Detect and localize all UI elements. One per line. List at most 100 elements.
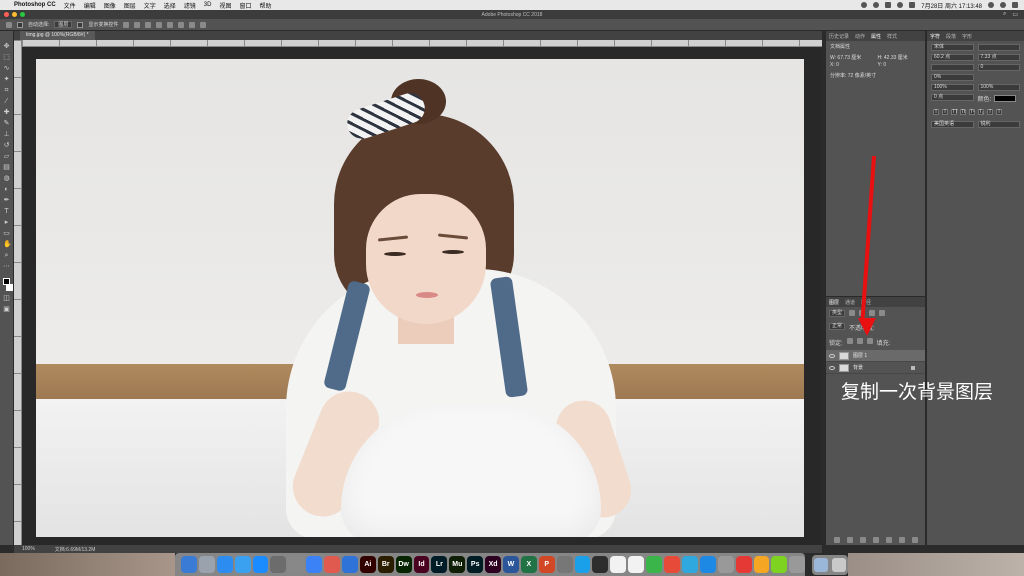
menu-window[interactable]: 窗口: [239, 1, 251, 10]
crop-tool-icon[interactable]: ⌗: [3, 87, 10, 94]
prop-x[interactable]: X: 0: [830, 62, 874, 68]
qq-icon[interactable]: [873, 2, 880, 8]
layer-kind-filter[interactable]: 类型: [829, 310, 846, 317]
dock-app-icon[interactable]: [664, 556, 680, 573]
dock-app-icon[interactable]: [324, 556, 341, 573]
tab-properties[interactable]: 属性: [871, 33, 881, 40]
visibility-eye-icon[interactable]: [829, 365, 835, 370]
screen-mode-icon[interactable]: ▣: [3, 306, 10, 313]
align-right-icon[interactable]: [178, 21, 185, 28]
font-style-select[interactable]: [977, 44, 1020, 51]
menu-type[interactable]: 文字: [144, 1, 156, 10]
dock-app-icon[interactable]: Lr: [431, 556, 448, 573]
adjustment-layer-icon[interactable]: [872, 537, 879, 543]
dock-app-icon[interactable]: [234, 556, 251, 573]
menu-help[interactable]: 帮助: [259, 1, 271, 10]
language-select[interactable]: 美国英语: [931, 121, 974, 128]
siri-icon[interactable]: [1000, 2, 1006, 8]
eraser-icon[interactable]: ▱: [3, 153, 10, 160]
faux-bold-button[interactable]: T: [933, 109, 939, 115]
distribute-icon[interactable]: [189, 21, 196, 28]
subscript-button[interactable]: T₁: [978, 109, 984, 115]
antialias-select[interactable]: 锐利: [977, 121, 1020, 128]
workspace-icon[interactable]: ▭: [1012, 11, 1018, 18]
all-caps-button[interactable]: TT: [951, 109, 958, 115]
document-tab[interactable]: timg.jpg @ 100%(RGB/8#) *: [20, 31, 95, 40]
dock-app-icon[interactable]: [735, 556, 752, 573]
prop-height[interactable]: H: 42.33 厘米: [878, 54, 922, 61]
strikethrough-button[interactable]: T: [996, 109, 1002, 115]
lasso-tool-icon[interactable]: ∿: [3, 65, 10, 72]
tsume-field[interactable]: 0%: [931, 74, 974, 81]
tab-history[interactable]: 历史记录: [829, 33, 849, 40]
vertical-scale-field[interactable]: 100%: [931, 84, 974, 91]
menu-select[interactable]: 选择: [164, 1, 176, 10]
filter-shape-icon[interactable]: [879, 310, 886, 316]
healing-brush-icon[interactable]: ✚: [3, 109, 10, 116]
align-bottom-icon[interactable]: [145, 21, 152, 28]
align-left-icon[interactable]: [156, 21, 163, 28]
new-layer-icon[interactable]: [898, 537, 905, 543]
dock-app-icon[interactable]: [789, 556, 806, 573]
vertical-ruler[interactable]: [14, 40, 22, 546]
magic-wand-icon[interactable]: ✦: [3, 76, 10, 83]
horizontal-scale-field[interactable]: 100%: [977, 84, 1020, 91]
pen-tool-icon[interactable]: ✒: [3, 197, 10, 204]
wechat-icon[interactable]: [861, 2, 868, 8]
tab-paragraph[interactable]: 段落: [946, 33, 956, 40]
clock[interactable]: 7月28日 周六 17:13:48: [921, 1, 982, 10]
menu-image[interactable]: 图像: [104, 1, 116, 10]
layer-row[interactable]: 图层 1: [826, 350, 925, 362]
cloud-icon[interactable]: [885, 2, 892, 8]
menu-layer[interactable]: 图层: [124, 1, 136, 10]
menu-3d[interactable]: 3D: [204, 2, 212, 8]
dock-app-icon[interactable]: [342, 556, 358, 573]
zoom-level[interactable]: 100%: [22, 546, 35, 552]
dock-app-icon[interactable]: [181, 556, 197, 573]
tab-character[interactable]: 字符: [930, 33, 940, 40]
layer-name[interactable]: 图层 1: [853, 352, 867, 359]
auto-select-checkbox[interactable]: [17, 21, 23, 28]
lock-icon[interactable]: [911, 365, 915, 370]
battery-icon[interactable]: [909, 2, 916, 8]
underline-button[interactable]: T: [987, 109, 993, 115]
kerning-field[interactable]: [931, 64, 974, 71]
layer-name[interactable]: 背景: [853, 364, 863, 371]
dock-app-icon[interactable]: X: [520, 556, 537, 573]
stamp-tool-icon[interactable]: ⊥: [3, 131, 10, 138]
dock-app-icon[interactable]: [270, 556, 287, 573]
font-size-field[interactable]: 60.2 点: [931, 54, 974, 61]
search-icon[interactable]: [988, 2, 994, 8]
dock-app-icon[interactable]: Id: [413, 556, 430, 573]
lock-position-icon[interactable]: [856, 338, 863, 344]
dock-app-icon[interactable]: [610, 556, 627, 573]
dock-app-icon[interactable]: [717, 556, 734, 573]
leading-field[interactable]: 7.33 点: [977, 54, 1020, 61]
dock-app-icon[interactable]: Mu: [449, 556, 466, 573]
dock-app-icon[interactable]: Xd: [485, 556, 502, 573]
brush-tool-icon[interactable]: ✎: [3, 120, 10, 127]
new-group-icon[interactable]: [885, 537, 892, 543]
path-select-icon[interactable]: ▸: [3, 219, 10, 226]
fx-icon[interactable]: [846, 537, 853, 543]
more-tools-icon[interactable]: ⋯: [3, 263, 10, 270]
dodge-tool-icon[interactable]: ◐: [3, 186, 10, 193]
dock-app-icon[interactable]: Ai: [359, 556, 376, 573]
align-top-icon[interactable]: [123, 21, 130, 28]
blend-mode-select[interactable]: 正常: [829, 323, 846, 330]
background-color-swatch[interactable]: [5, 284, 13, 291]
delete-layer-icon[interactable]: [911, 537, 918, 543]
filter-type-icon[interactable]: [869, 310, 876, 316]
font-family-select[interactable]: 宋体: [931, 44, 974, 51]
dock-app-icon[interactable]: Ps: [467, 556, 484, 573]
lock-pixels-icon[interactable]: [846, 338, 853, 344]
dock-app-icon[interactable]: [771, 556, 788, 573]
align-middle-icon[interactable]: [134, 21, 141, 28]
photo-canvas[interactable]: [36, 59, 804, 537]
auto-select-target[interactable]: 图层: [54, 21, 73, 28]
dock-app-icon[interactable]: [198, 556, 215, 573]
menu-file[interactable]: 文件: [64, 1, 76, 10]
tab-actions[interactable]: 动作: [855, 33, 865, 40]
dock-app-icon[interactable]: [681, 556, 698, 573]
filter-pixel-icon[interactable]: [849, 310, 856, 316]
